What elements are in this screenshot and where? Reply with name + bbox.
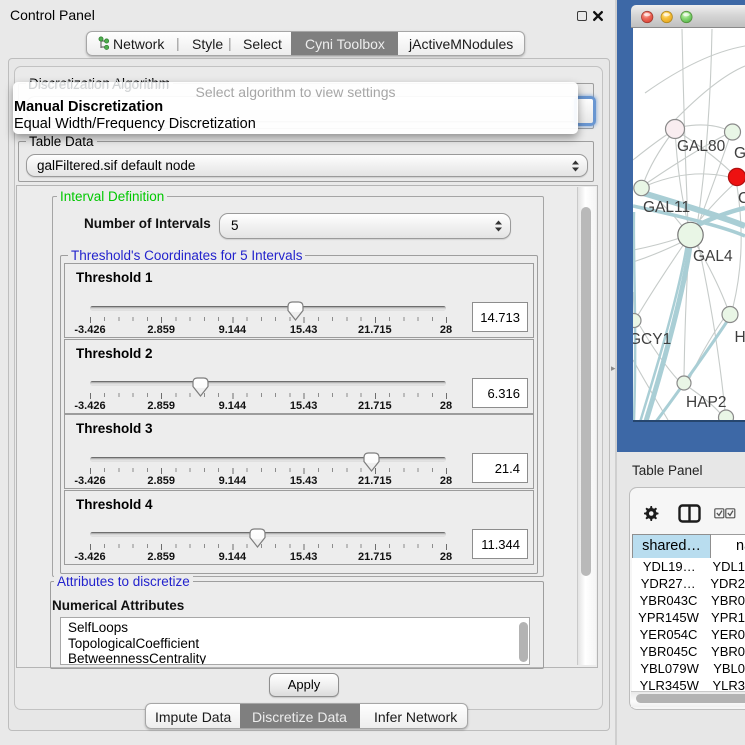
svg-text:GAL4: GAL4: [693, 248, 733, 265]
svg-text:G.: G.: [734, 145, 745, 162]
svg-text:HAP2: HAP2: [686, 394, 727, 411]
svg-text:H: H: [735, 329, 745, 346]
svg-text:GCY1: GCY1: [633, 331, 671, 348]
svg-text:C: C: [738, 190, 745, 207]
svg-text:GAL11: GAL11: [643, 199, 690, 216]
svg-text:GAL80: GAL80: [677, 138, 726, 155]
